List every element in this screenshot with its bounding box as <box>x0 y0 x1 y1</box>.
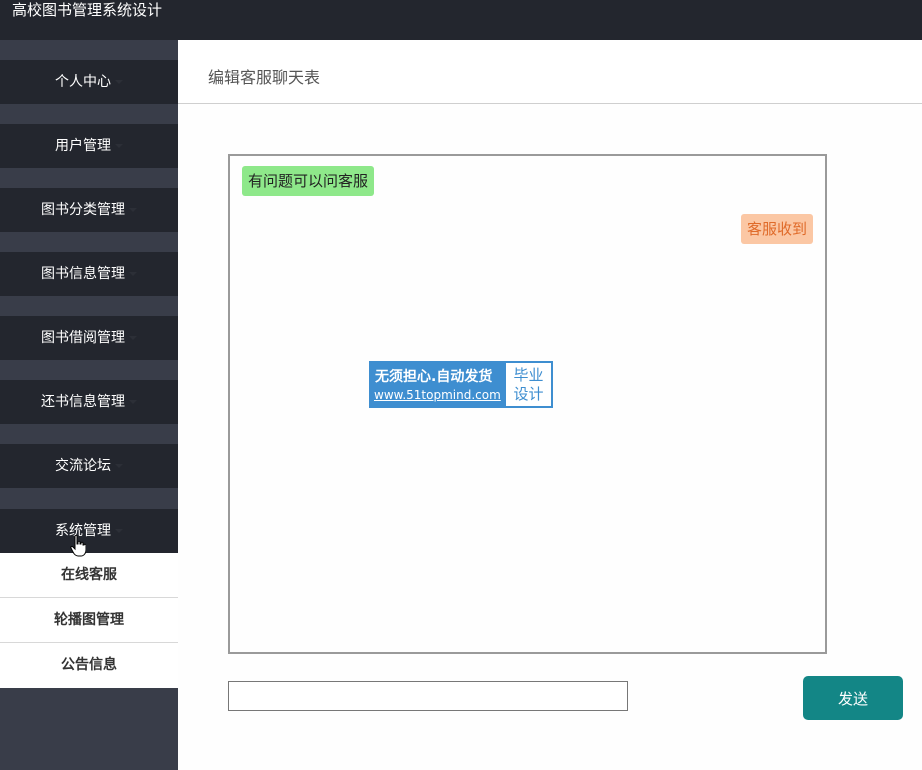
sidebar-item-personal-center[interactable]: 个人中心 <box>0 60 178 104</box>
chevron-down-icon <box>115 80 123 84</box>
chevron-down-icon <box>129 336 137 340</box>
submenu-item-online-service[interactable]: 在线客服 <box>0 553 178 598</box>
watermark-line2: www.51topmind.com <box>374 388 501 402</box>
sidebar-item-book-info[interactable]: 图书信息管理 <box>0 252 178 296</box>
hand-cursor-icon <box>70 535 86 557</box>
sidebar-item-system[interactable]: 系统管理 <box>0 509 178 553</box>
watermark-tag: 毕业 设计 <box>506 363 551 406</box>
watermark-line1: 无须担心.自动发货 <box>375 369 493 385</box>
chevron-down-icon <box>115 529 123 533</box>
sidebar-item-return[interactable]: 还书信息管理 <box>0 380 178 424</box>
chat-message-left: 有问题可以问客服 <box>242 166 375 196</box>
sidebar-item-borrow[interactable]: 图书借阅管理 <box>0 316 178 360</box>
sidebar-item-label: 图书信息管理 <box>41 266 125 282</box>
system-submenu: 在线客服 轮播图管理 公告信息 <box>0 553 178 688</box>
app-title: 高校图书管理系统设计 <box>12 1 163 19</box>
main-content: 编辑客服聊天表 有问题可以问客服 客服收到 无须担心.自动发货 www.51to… <box>178 40 922 770</box>
send-button[interactable]: 发送 <box>803 676 903 720</box>
message-input[interactable] <box>228 681 628 711</box>
sidebar-item-label: 用户管理 <box>55 138 111 154</box>
sidebar-item-label: 还书信息管理 <box>41 394 125 410</box>
sidebar-item-book-category[interactable]: 图书分类管理 <box>0 188 178 232</box>
sidebar-item-forum[interactable]: 交流论坛 <box>0 444 178 488</box>
top-bar: 高校图书管理系统设计 <box>0 0 922 40</box>
sidebar-item-label: 个人中心 <box>55 74 111 90</box>
sidebar-item-label: 图书分类管理 <box>41 202 125 218</box>
watermark-tag-line1: 毕业 <box>513 366 544 384</box>
chat-message-right: 客服收到 <box>740 214 813 244</box>
watermark-badge: 无须担心.自动发货 www.51topmind.com 毕业 设计 <box>369 361 553 408</box>
sidebar-item-user-management[interactable]: 用户管理 <box>0 124 178 168</box>
chevron-down-icon <box>115 464 123 468</box>
sidebar-item-label: 图书借阅管理 <box>41 330 125 346</box>
chat-box[interactable]: 有问题可以问客服 客服收到 无须担心.自动发货 www.51topmind.co… <box>228 154 827 654</box>
chevron-down-icon <box>129 272 137 276</box>
sidebar-item-label: 交流论坛 <box>55 458 111 474</box>
chevron-down-icon <box>115 144 123 148</box>
page-header: 编辑客服聊天表 <box>178 40 922 104</box>
chevron-down-icon <box>129 400 137 404</box>
submenu-item-announcement[interactable]: 公告信息 <box>0 643 178 688</box>
watermark-tag-line2: 设计 <box>513 385 544 403</box>
submenu-item-carousel[interactable]: 轮播图管理 <box>0 598 178 643</box>
page-title: 编辑客服聊天表 <box>208 68 321 87</box>
watermark-text: 无须担心.自动发货 www.51topmind.com <box>371 363 506 406</box>
chevron-down-icon <box>129 208 137 212</box>
